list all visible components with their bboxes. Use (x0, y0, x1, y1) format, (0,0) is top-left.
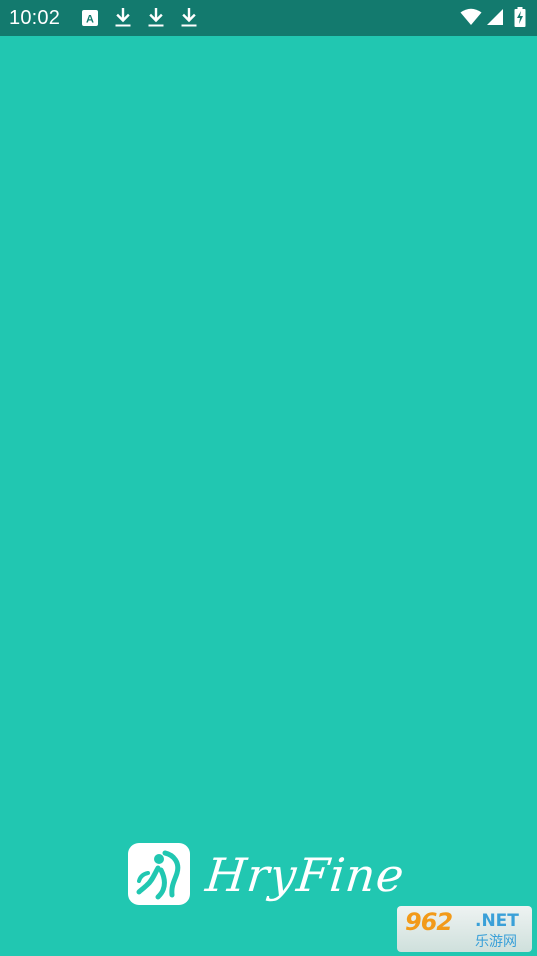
status-time: 10:02 (9, 7, 61, 29)
download-icon (180, 7, 198, 33)
running-figure-icon (136, 850, 181, 900)
app-name: HryFine (203, 848, 408, 902)
status-bar: 10:02 A (0, 0, 537, 36)
app-logo (128, 843, 190, 905)
watermark-number: 962 (405, 908, 453, 936)
download-icon (147, 7, 165, 33)
wifi-icon (460, 8, 482, 31)
brand-lockup: HryFine (128, 843, 418, 909)
battery-charging-icon (514, 7, 526, 32)
svg-text:A: A (86, 14, 94, 26)
watermark-site-name: 乐游网 (475, 934, 517, 950)
watermark-badge: 962 .NET 乐游网 (397, 906, 532, 952)
cellular-signal-icon (486, 8, 504, 31)
download-icon (114, 7, 132, 33)
app-notification-icon: A (82, 10, 98, 31)
watermark-suffix: .NET (475, 911, 519, 931)
splash-screen (0, 36, 537, 956)
